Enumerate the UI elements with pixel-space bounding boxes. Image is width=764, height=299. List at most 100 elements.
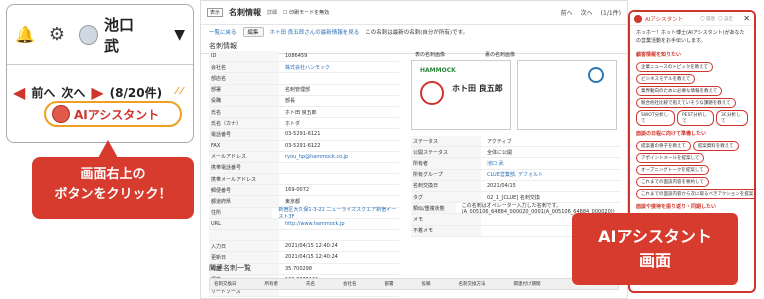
- field-value[interactable]: 株式会社ハンモック: [279, 64, 330, 71]
- next-link[interactable]: 次へ: [581, 8, 593, 17]
- greeting: ホッホー！ホット博士(AIアシスタント)があなたの営業活動をお手伝いします。: [636, 30, 745, 44]
- field-row: [209, 230, 399, 242]
- prompt-chip[interactable]: 提案資料を教えて: [692, 141, 739, 151]
- field-row: FAX 03-5291-6122: [209, 140, 399, 152]
- field-label: メモ: [411, 214, 481, 225]
- prompt-chip[interactable]: これまでの面談内容から次に取るべきアクションを提案して: [636, 189, 754, 199]
- field-label: FAX: [209, 140, 279, 151]
- field-label: 氏名（カナ）: [209, 118, 279, 129]
- card-emblem-icon: [420, 81, 444, 105]
- pager: 前へ 次へ (1/1件): [561, 8, 621, 17]
- zoom-prev-link[interactable]: 前へ: [31, 84, 55, 101]
- prompt-chip[interactable]: SWOT分析して: [636, 110, 676, 126]
- field-value: 東京都: [285, 199, 301, 206]
- chevron-down-icon[interactable]: ▼: [174, 27, 185, 43]
- field-row: 役職 部長: [209, 95, 399, 107]
- sub-toolbar: 一覧に戻る 編集 ホト田 良五郎さんの最新情報を見る この名刺は最新の名刺(自分…: [201, 25, 627, 39]
- fields-table: ID 1086459 会社名 株式会社ハンモック 部店名 部署 名刺管理部 役職 部長 氏名 ホト田…: [209, 51, 399, 298]
- field-label: 都道府県: [209, 196, 279, 207]
- section-meeting-prep: 面談の日程に向けて準備したい: [636, 131, 707, 137]
- field-value: 名刺管理部: [285, 87, 311, 94]
- table-column-header[interactable]: 氏名: [306, 281, 315, 287]
- latest-info-link[interactable]: ホト田 良五郎さんの最新情報を見る: [270, 28, 360, 36]
- settings-button[interactable]: 〇 設定: [718, 16, 733, 22]
- card-front-image[interactable]: HAMMOCK ホト田 良五郎: [411, 60, 511, 130]
- table-column-header[interactable]: 所有者: [265, 281, 279, 287]
- table-column-header[interactable]: 名刺交換方法: [459, 281, 486, 287]
- prompt-chip[interactable]: ビジネスモデルを教えて: [636, 74, 696, 84]
- field-label: 所有者: [411, 158, 481, 169]
- field-value[interactable]: ryou_hp@hammock.co.jp: [279, 154, 348, 160]
- instruction-callout: 画面右上の ボタンをクリック！: [32, 157, 194, 219]
- page-title-sub: 詳細: [267, 10, 278, 16]
- field-value[interactable]: 池口 武: [481, 160, 504, 167]
- card-detail-page: 表示 名刺情報 詳細 ☐ 印刷モードを無効 前へ 次へ (1/1件) 一覧に戻る…: [200, 0, 628, 299]
- owl-icon: [634, 14, 642, 23]
- field-value[interactable]: 新宿区大久保1-3-21 ニューライズスクエア新宿イースト3F: [272, 206, 399, 220]
- history-button[interactable]: 〇 履歴: [700, 16, 715, 22]
- field-row: メールアドレス ryou_hp@hammock.co.jp: [209, 151, 399, 163]
- print-mode-checkbox[interactable]: ☐ 印刷モードを無効: [283, 9, 329, 16]
- field-label: 住所: [209, 207, 273, 218]
- table-column-header[interactable]: 名刺交換日: [214, 281, 237, 287]
- card-back-label: 裏の名刺画像: [485, 52, 516, 58]
- field-row: 氏名 ホト田 良五郎: [209, 106, 399, 119]
- prompt-chip[interactable]: 業界動向のために必要な情報を教えて: [636, 86, 723, 96]
- prompt-chip[interactable]: 3C分析して: [715, 110, 749, 126]
- field-label: 携帯電話番号: [209, 162, 279, 174]
- prompt-chip[interactable]: これまでの面談内容を要約して: [636, 177, 709, 187]
- bell-icon[interactable]: 🔔: [15, 25, 35, 44]
- status-row: 公開ステータス 全体に公開: [411, 147, 621, 159]
- table-column-header[interactable]: 会社名: [343, 281, 357, 287]
- zoom-count: (8/20件): [109, 86, 163, 100]
- field-value: 03-5291-6121: [285, 131, 321, 138]
- table-column-header[interactable]: 関連付け期間: [514, 281, 541, 287]
- field-value: 1086459: [285, 53, 308, 60]
- status-row: 所有者 池口 武: [411, 158, 621, 170]
- status-row: 名刺交換日 2021/04/15: [411, 180, 621, 192]
- ai-assistant-button[interactable]: AIアシスタント: [44, 101, 182, 127]
- field-value: 2021/04/15 12:40:24: [285, 254, 338, 261]
- prev-arrow-icon[interactable]: ◀: [13, 83, 25, 102]
- card-back-image[interactable]: [517, 60, 617, 130]
- print-mode-label: 印刷モードを無効: [289, 10, 330, 16]
- page-title: 名刺情報: [229, 8, 262, 17]
- field-label: URL: [209, 218, 279, 229]
- field-value[interactable]: CLUE営業部, デフォルト: [481, 171, 543, 178]
- prompt-chip[interactable]: 企業ニュースのトピックを教えて: [636, 62, 714, 72]
- prompt-chip[interactable]: 提案書の骨子を教えて: [636, 141, 691, 151]
- avatar[interactable]: [79, 24, 98, 45]
- prompt-chip[interactable]: アポイントメールを提案して: [636, 153, 705, 163]
- table-column-header[interactable]: 部署: [385, 281, 394, 287]
- hammock-logo: HAMMOCK: [420, 67, 456, 74]
- field-label: 部店名: [209, 73, 279, 84]
- field-label: 公開ステータス: [411, 147, 481, 158]
- field-label: 名刺交換日: [411, 180, 481, 191]
- gear-icon[interactable]: ⚙: [49, 24, 65, 45]
- close-icon[interactable]: ✕: [743, 14, 750, 23]
- prompt-chip[interactable]: オープニングトークを提案して: [636, 165, 709, 175]
- field-label: タグ: [411, 191, 481, 203]
- field-row: 部店名: [209, 73, 399, 85]
- prompt-chip[interactable]: PEST分析して: [677, 110, 714, 126]
- back-to-list-link[interactable]: 一覧に戻る: [209, 28, 237, 36]
- table-column-header[interactable]: 役職: [422, 281, 431, 287]
- zoom-next-link[interactable]: 次へ: [61, 84, 85, 101]
- field-row: 部署 名刺管理部: [209, 84, 399, 96]
- field-value[interactable]: http://www.hammock.jp: [279, 221, 345, 227]
- panel-title: AIアシスタント: [645, 16, 684, 23]
- status-row: 所有グループ CLUE営業部, デフォルト: [411, 169, 621, 181]
- field-label: [209, 230, 279, 241]
- card-person-name: ホト田 良五郎: [452, 84, 503, 93]
- field-row: 会社名 株式会社ハンモック: [209, 62, 399, 74]
- prev-link[interactable]: 前へ: [561, 8, 573, 17]
- related-table-header: 名刺交換日 所有者 氏名 会社名 部署 役職 名刺交換方法 関連付け期間: [209, 278, 619, 290]
- prompt-chip[interactable]: 競合他社比較で抱えていそうな課題を教えて: [636, 98, 736, 108]
- next-arrow-icon[interactable]: ▶: [91, 83, 103, 102]
- user-name[interactable]: 池口 武: [104, 14, 160, 56]
- edit-button[interactable]: 編集: [242, 27, 264, 37]
- field-label: 部署: [209, 84, 279, 95]
- field-row: 住所 新宿区大久保1-3-21 ニューライズスクエア新宿イースト3F: [209, 206, 399, 220]
- field-label: 入力日: [209, 241, 279, 252]
- field-row: URL http://www.hammock.jp: [209, 218, 399, 230]
